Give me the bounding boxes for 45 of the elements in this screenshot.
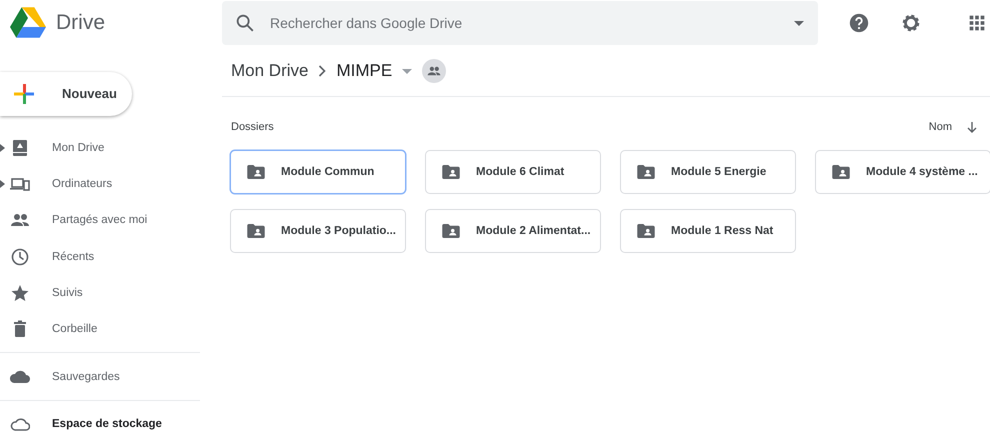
down-arrow-icon [966, 121, 978, 133]
help-icon [848, 12, 870, 34]
settings-icon [900, 12, 922, 34]
folder-card[interactable]: Module 1 Ress Nat [620, 209, 796, 253]
shared-folder-icon [832, 165, 850, 179]
nav-item-label[interactable]: Suivis [52, 286, 83, 299]
sort-label[interactable]: Nom [928, 121, 952, 133]
search-field[interactable]: Rechercher dans Google Drive [268, 14, 782, 32]
caret-icon [402, 68, 412, 74]
folder-card[interactable]: Module 4 système ... [815, 150, 990, 194]
star-icon [10, 282, 30, 303]
app-name: Drive [56, 10, 106, 35]
section-title: Dossiers [231, 121, 274, 133]
nav-item-label[interactable]: Ordinateurs [52, 178, 112, 190]
plus-icon [12, 82, 36, 106]
clock-icon [10, 246, 30, 267]
shared-folder-icon [442, 165, 460, 179]
nav-item-label[interactable]: Corbeille [52, 323, 98, 336]
shared-folder-icon [637, 224, 655, 238]
shared-folder-icon [247, 224, 265, 238]
folder-card[interactable]: Module Commun [230, 150, 406, 194]
nav-item-label[interactable]: Récents [52, 250, 94, 263]
shared-folder-icon [637, 165, 655, 179]
shared-folder-icon [442, 224, 460, 238]
folder-card[interactable]: Module 5 Energie [620, 150, 796, 194]
search-bar[interactable]: Rechercher dans Google Drive [222, 1, 818, 45]
drive-icon [10, 138, 30, 158]
folder-card[interactable]: Module 3 Populatio... [230, 209, 406, 253]
folder-card[interactable]: Module 2 Alimentat... [425, 209, 601, 253]
shared-people-icon [422, 59, 446, 83]
drive-logo-icon [10, 7, 46, 38]
new-button[interactable]: Nouveau [0, 72, 132, 116]
nav-item-label[interactable]: Partagés avec moi [52, 214, 148, 226]
caret-icon [794, 20, 804, 26]
storage-label[interactable]: Espace de stockage [52, 418, 162, 430]
nav-item-label[interactable]: Sauvegardes [52, 370, 120, 383]
breadcrumb-item[interactable]: MIMPE [336, 61, 392, 81]
expand-arrow-icon[interactable] [0, 180, 5, 188]
chevron-icon [318, 65, 326, 77]
breadcrumb-item[interactable]: Mon Drive [231, 61, 308, 81]
nav-item-label[interactable]: Mon Drive [52, 142, 104, 154]
search-icon [234, 12, 256, 34]
expand-arrow-icon[interactable] [0, 144, 5, 152]
folder-card[interactable]: Module 6 Climat [425, 150, 601, 194]
shared-folder-icon [247, 165, 265, 179]
